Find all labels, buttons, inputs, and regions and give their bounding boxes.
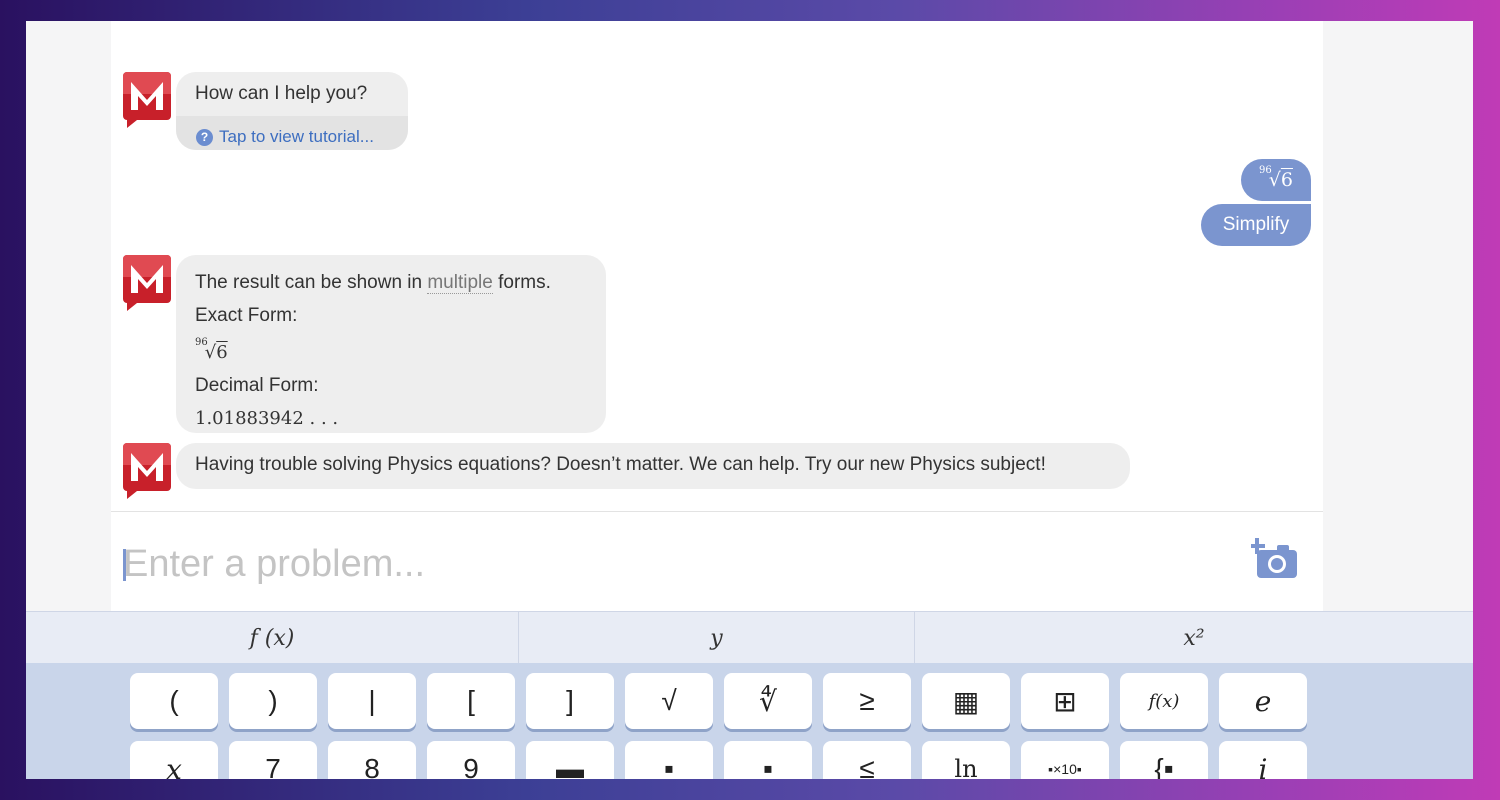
tab-exponents[interactable]: x² <box>915 612 1473 664</box>
key-table[interactable]: ⊞ <box>1021 673 1109 729</box>
multiple-forms-link[interactable]: multiple <box>427 272 493 294</box>
mathway-logo-icon <box>123 255 171 311</box>
decimal-form-label: Decimal Form: <box>195 375 319 396</box>
problem-input-bar <box>111 511 1323 612</box>
help-icon: ? <box>196 128 213 146</box>
tab-functions[interactable]: f (x) <box>26 612 519 664</box>
key-ln[interactable]: ln <box>922 741 1010 779</box>
problem-input[interactable] <box>123 542 1223 586</box>
bot-promo-bubble[interactable]: Having trouble solving Physics equations… <box>176 443 1130 489</box>
key-scientific[interactable]: ▪×10▪ <box>1021 741 1109 779</box>
key-subscript[interactable]: ▪ <box>724 741 812 779</box>
exact-form-value: 96√6 <box>195 337 228 363</box>
key-close-paren[interactable]: ) <box>229 673 317 729</box>
key-close-bracket[interactable]: ] <box>526 673 614 729</box>
key-function[interactable]: f(x) <box>1120 673 1208 729</box>
user-action-bubble: Simplify <box>1201 204 1311 246</box>
user-expression-bubble: 96√6 <box>1241 159 1311 201</box>
greeting-text: How can I help you? <box>195 83 368 104</box>
exact-form-label: Exact Form: <box>195 305 298 326</box>
key-absolute[interactable]: | <box>328 673 416 729</box>
user-root-expression: 96√6 <box>1259 164 1293 191</box>
key-less-equal[interactable]: ≤ <box>823 741 911 779</box>
bot-greeting-bubble: How can I help you? ? Tap to view tutori… <box>176 72 408 150</box>
bot-result-bubble: The result can be shown in multiple form… <box>176 255 606 433</box>
key-9[interactable]: 9 <box>427 741 515 779</box>
key-matrix[interactable]: ▦ <box>922 673 1010 729</box>
tutorial-link-label: Tap to view tutorial... <box>219 127 374 146</box>
key-x[interactable]: x <box>130 741 218 779</box>
key-nth-root[interactable]: ∜ <box>724 673 812 729</box>
keyboard-tabs: f (x) y x² <box>26 611 1473 664</box>
key-7[interactable]: 7 <box>229 741 317 779</box>
key-power[interactable]: ▪ <box>625 741 713 779</box>
key-euler[interactable]: e <box>1219 673 1307 729</box>
tutorial-link[interactable]: ? Tap to view tutorial... <box>176 116 408 150</box>
key-open-bracket[interactable]: [ <box>427 673 515 729</box>
tab-variables[interactable]: y <box>519 612 915 664</box>
key-8[interactable]: 8 <box>328 741 416 779</box>
key-fraction[interactable]: ▬ <box>526 741 614 779</box>
mathway-logo-icon <box>123 443 171 499</box>
app-window: How can I help you? ? Tap to view tutori… <box>26 21 1473 779</box>
decimal-form-value: 1.01883942 . . . <box>195 408 339 429</box>
chat-history: How can I help you? ? Tap to view tutori… <box>111 21 1323 511</box>
camera-add-icon[interactable] <box>1251 538 1299 580</box>
math-keyboard: ( ) | [ ] √ ∜ ≥ ▦ ⊞ f(x) e x 7 8 9 ▬ ▪ ▪… <box>26 663 1473 779</box>
key-piecewise[interactable]: {▪ <box>1120 741 1208 779</box>
key-open-paren[interactable]: ( <box>130 673 218 729</box>
mathway-logo-icon <box>123 72 171 128</box>
result-intro: The result can be shown in multiple form… <box>195 272 551 294</box>
key-sqrt[interactable]: √ <box>625 673 713 729</box>
key-greater-equal[interactable]: ≥ <box>823 673 911 729</box>
key-imaginary[interactable]: i <box>1219 741 1307 779</box>
